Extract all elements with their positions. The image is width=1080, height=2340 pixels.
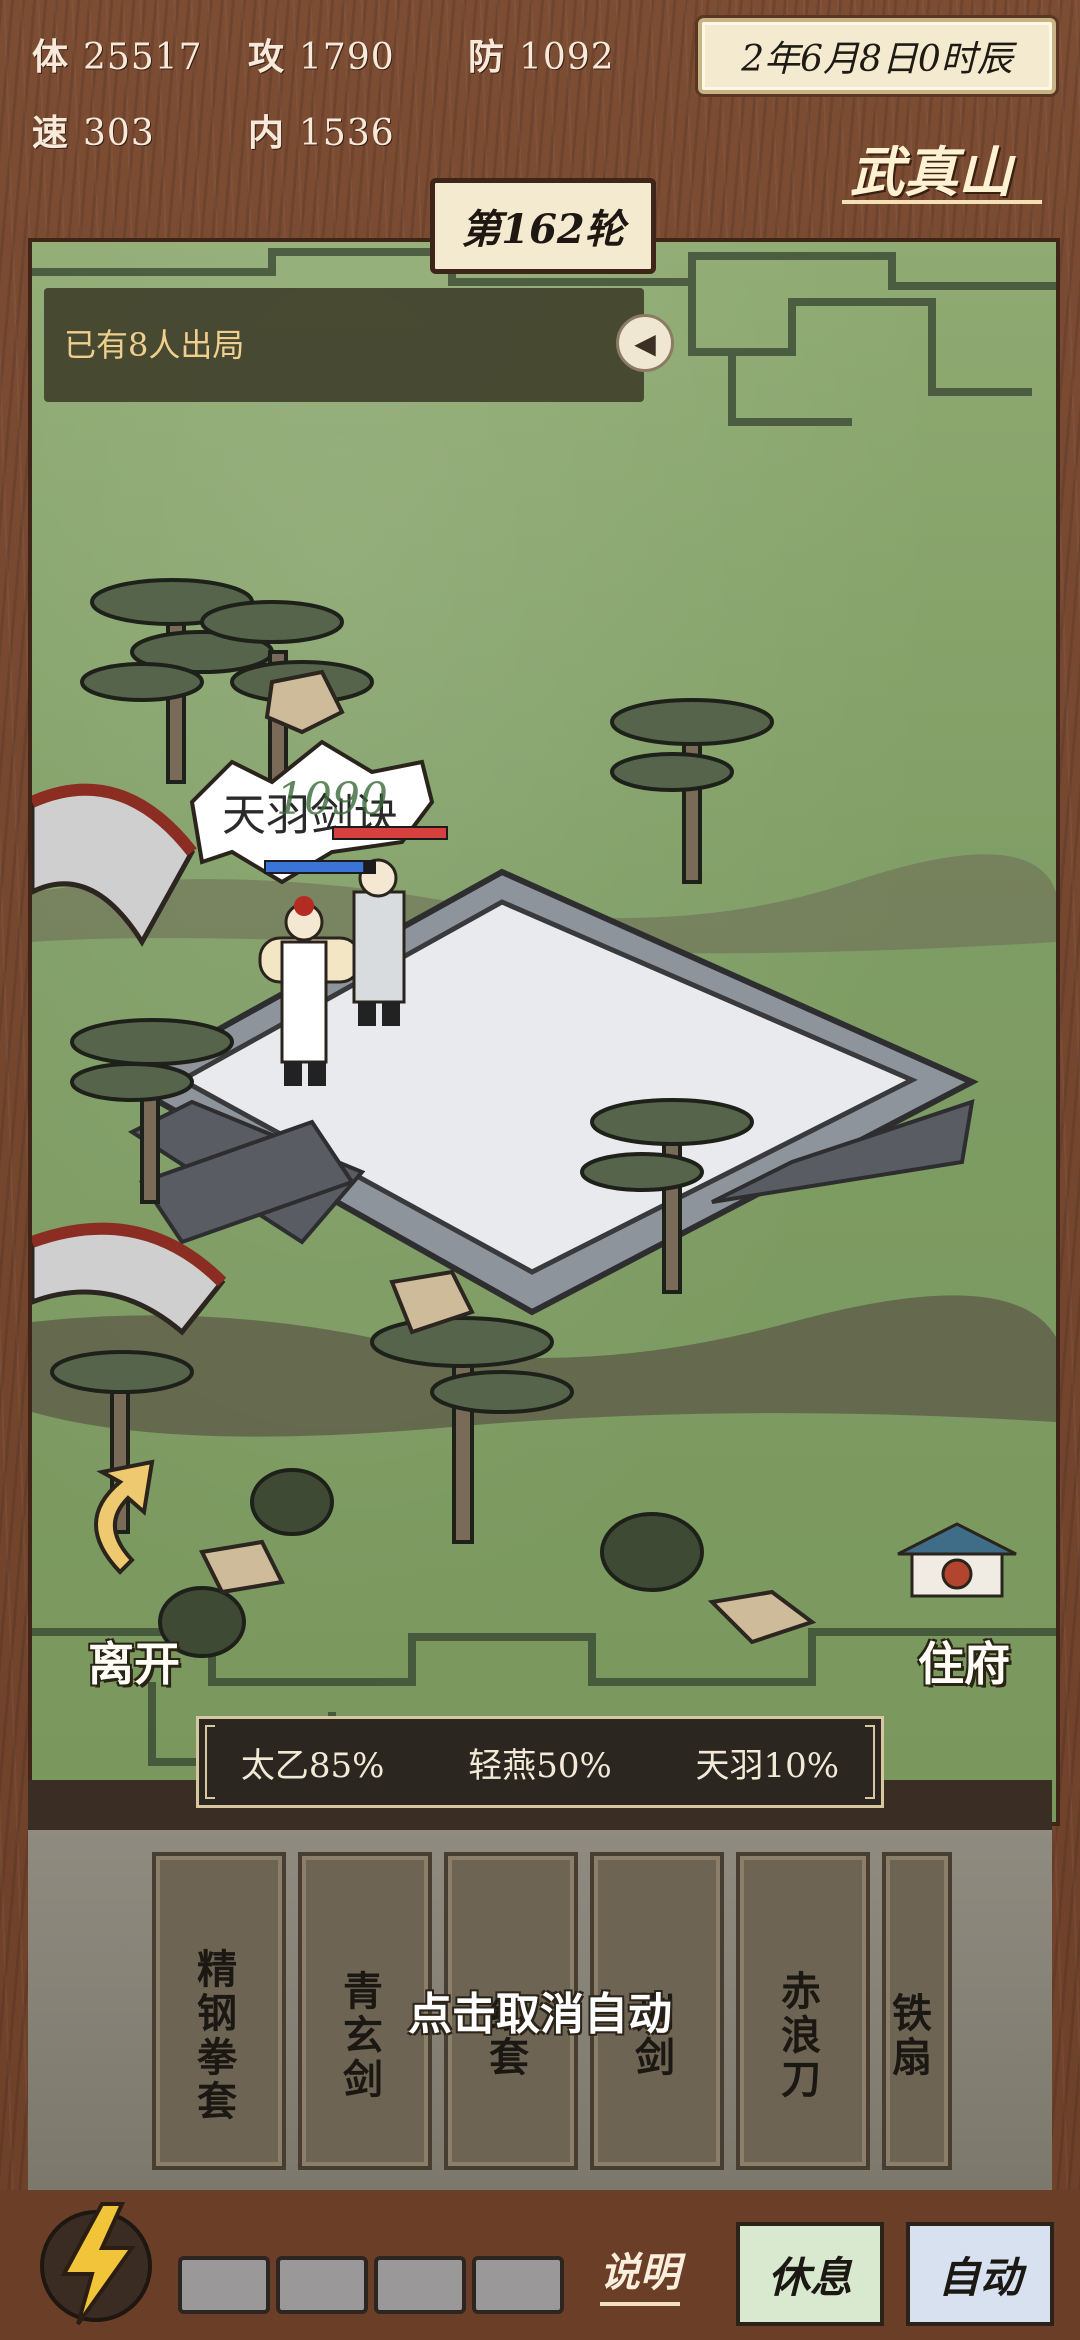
round-counter: 第162轮 bbox=[430, 178, 656, 274]
energy-slot bbox=[374, 2256, 466, 2314]
location-title: 武真山 bbox=[850, 140, 1012, 204]
stat-inner-power: 内 1536 bbox=[248, 112, 395, 154]
enemy-hp-bar bbox=[334, 828, 446, 838]
battle-scene: 天羽剑诀 1090 已有8人出局 ◀ bbox=[28, 238, 1060, 1826]
skill-rate-item: 天羽10% bbox=[695, 1745, 840, 1786]
rest-button[interactable]: 休息 bbox=[736, 2222, 884, 2326]
date-display: 2年6月8日0时辰 bbox=[698, 18, 1056, 94]
skill-rate-item: 轻燕50% bbox=[468, 1745, 612, 1786]
energy-slot bbox=[472, 2256, 564, 2314]
chevron-left-icon: ◀ bbox=[634, 326, 656, 360]
stat-attack: 攻 1790 bbox=[248, 36, 395, 78]
auto-button[interactable]: 自动 bbox=[906, 2222, 1054, 2326]
location-underline bbox=[842, 200, 1042, 204]
auto-cancel-overlay[interactable]: 点击取消自动 bbox=[0, 1978, 1080, 2042]
player-hp-bar bbox=[266, 862, 364, 872]
stat-hp: 体 25517 bbox=[32, 36, 203, 78]
residence-button[interactable]: 住府 bbox=[918, 1628, 1010, 1694]
energy-slot bbox=[276, 2256, 368, 2314]
battle-log-text: 已有8人出局 bbox=[64, 326, 245, 364]
stat-speed: 速 303 bbox=[32, 112, 155, 154]
help-button[interactable]: 说明 bbox=[600, 2240, 680, 2306]
lightning-icon bbox=[40, 2202, 152, 2326]
scene-art: 天羽剑诀 1090 bbox=[32, 248, 1056, 1766]
collapse-log-button[interactable]: ◀ bbox=[616, 314, 674, 372]
residence-building bbox=[897, 1522, 1017, 1598]
skill-rate-item: 太乙85% bbox=[240, 1745, 385, 1786]
battle-log-panel: 已有8人出局 bbox=[44, 288, 644, 402]
damage-number: 1090 bbox=[276, 774, 388, 825]
skill-rates-bar: 太乙85% 轻燕50% 天羽10% bbox=[196, 1716, 884, 1808]
stat-defense: 防 1092 bbox=[468, 36, 615, 78]
leave-button[interactable]: 离开 bbox=[88, 1628, 180, 1694]
energy-slot bbox=[178, 2256, 270, 2314]
